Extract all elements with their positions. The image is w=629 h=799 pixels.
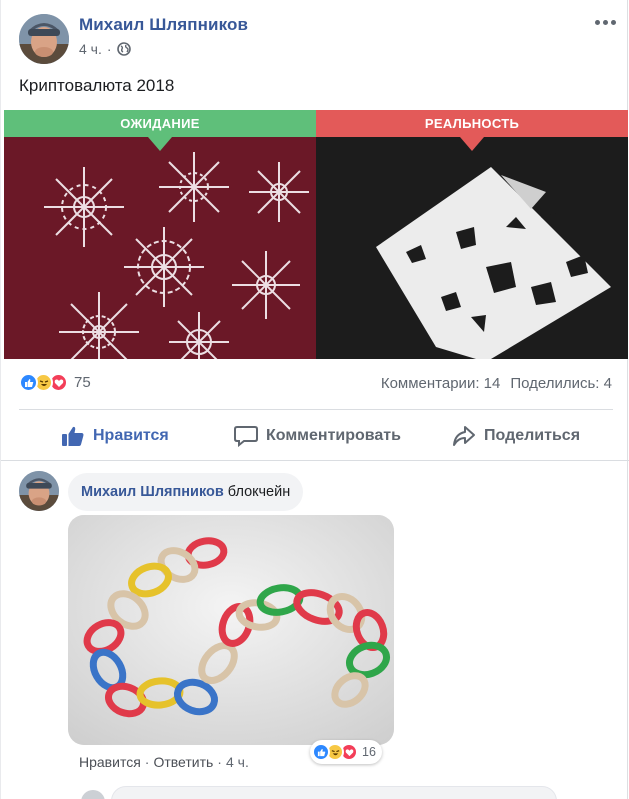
thumbs-up-icon (62, 426, 84, 446)
comment-author-name[interactable]: Михаил Шляпников (81, 484, 224, 500)
reality-panel: РЕАЛЬНОСТЬ (316, 110, 628, 359)
reality-label: РЕАЛЬНОСТЬ (316, 110, 628, 137)
paper-snowflake-illustration (316, 137, 628, 359)
comment-reply-link[interactable]: Ответить (153, 754, 213, 770)
expectation-arrow (148, 137, 172, 151)
post-meta: 4 ч. · (79, 41, 131, 57)
share-button-label: Поделиться (484, 427, 581, 444)
post-image[interactable]: ОЖИДАНИЕ РЕАЛЬНОСТЬ (4, 110, 628, 359)
comments-divider (1, 460, 629, 461)
comment-timestamp[interactable]: 4 ч. (226, 754, 249, 770)
comment-button[interactable]: Комментировать (234, 420, 401, 452)
post-card: Михаил Шляпников 4 ч. · Криптовалюта 201… (0, 0, 629, 799)
reply-avatar (81, 790, 105, 799)
expectation-label: ОЖИДАНИЕ (4, 110, 316, 137)
shares-count-link[interactable]: Поделились: 4 (510, 375, 612, 392)
post-author-name[interactable]: Михаил Шляпников (79, 15, 248, 35)
dot-separator: · (144, 754, 150, 770)
like-button-label: Нравится (93, 427, 169, 444)
dot-separator: · (217, 754, 222, 770)
reality-arrow (460, 137, 484, 151)
expectation-panel: ОЖИДАНИЕ (4, 110, 316, 359)
stats-divider (19, 409, 613, 410)
speech-bubble-icon (234, 426, 258, 447)
globe-icon[interactable] (116, 42, 131, 56)
post-text: Криптовалюта 2018 (19, 76, 175, 95)
like-reaction-icon (19, 373, 38, 392)
comment-actions: Нравится · Ответить · 4 ч. (79, 754, 249, 770)
comment-like-link[interactable]: Нравится (79, 754, 141, 770)
comments-count-link[interactable]: Комментарии: 14 (381, 375, 501, 392)
dot-separator: · (106, 41, 112, 57)
author-avatar[interactable] (19, 14, 69, 64)
comment-author-avatar[interactable] (19, 471, 59, 511)
comment-text: блокчейн (227, 484, 291, 500)
engagement-stats: Комментарии: 14 Поделились: 4 (381, 375, 612, 392)
comment-reaction-summary[interactable]: 16 (310, 740, 382, 764)
post-timestamp[interactable]: 4 ч. (79, 41, 102, 57)
comment-button-label: Комментировать (266, 427, 401, 444)
like-reaction-icon (312, 743, 330, 761)
share-arrow-icon (453, 426, 475, 446)
snowflakes-illustration (4, 137, 316, 359)
more-options-icon[interactable] (593, 14, 617, 30)
reaction-summary[interactable]: 75 (19, 373, 91, 392)
comment-reaction-count: 16 (362, 745, 376, 759)
paper-chain-illustration (68, 515, 394, 745)
comment-bubble: Михаил Шляпников блокчейн (68, 473, 304, 511)
share-button[interactable]: Поделиться (452, 420, 580, 452)
reaction-count: 75 (74, 374, 91, 391)
comment-image[interactable] (68, 515, 394, 745)
like-button[interactable]: Нравится (61, 420, 169, 452)
reply-input[interactable] (111, 786, 557, 799)
